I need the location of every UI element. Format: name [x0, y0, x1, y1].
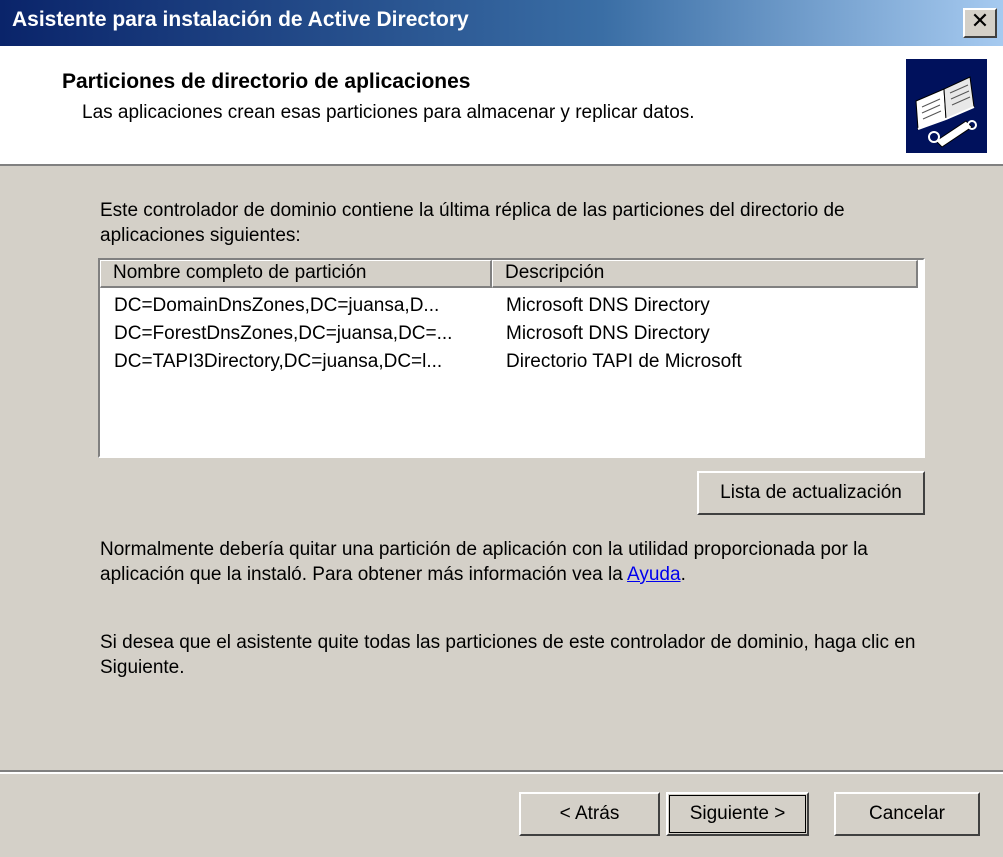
- back-button[interactable]: < Atrás: [519, 792, 660, 836]
- partition-name: DC=ForestDnsZones,DC=juansa,DC=...: [114, 323, 453, 344]
- page-subtitle: Las aplicaciones crean esas particiones …: [82, 102, 695, 123]
- directory-book-icon: [906, 59, 987, 153]
- next-instruction: Si desea que el asistente quite todas la…: [100, 632, 916, 678]
- list-item[interactable]: DC=TAPI3Directory,DC=juansa,DC=l... Dire…: [100, 348, 923, 376]
- page-title: Particiones de directorio de aplicacione…: [62, 70, 471, 93]
- removal-note: Normalmente debería quitar una partición…: [100, 537, 930, 587]
- refresh-list-button[interactable]: Lista de actualización: [697, 471, 925, 515]
- partition-name: DC=TAPI3Directory,DC=juansa,DC=l...: [114, 351, 443, 372]
- list-item[interactable]: DC=ForestDnsZones,DC=juansa,DC=... Micro…: [100, 320, 923, 348]
- intro-text: Este controlador de dominio contiene la …: [100, 200, 845, 246]
- footer-separator: [0, 770, 1003, 774]
- close-icon: ✕: [970, 9, 990, 34]
- close-button[interactable]: ✕: [963, 8, 997, 38]
- partition-description: Microsoft DNS Directory: [506, 295, 710, 316]
- partition-description: Microsoft DNS Directory: [506, 323, 710, 344]
- list-header: Nombre completo de partición Descripción: [100, 260, 923, 288]
- removal-note-end: .: [680, 564, 686, 585]
- removal-note-text: Normalmente debería quitar una partición…: [100, 539, 868, 585]
- partition-description: Directorio TAPI de Microsoft: [506, 351, 742, 372]
- window-title: Asistente para instalación de Active Dir…: [12, 8, 469, 31]
- wizard-header: Particiones de directorio de aplicacione…: [0, 46, 1003, 166]
- title-bar: Asistente para instalación de Active Dir…: [0, 0, 1003, 46]
- partition-name: DC=DomainDnsZones,DC=juansa,D...: [114, 295, 440, 316]
- help-link[interactable]: Ayuda: [627, 564, 681, 585]
- list-item[interactable]: DC=DomainDnsZones,DC=juansa,D... Microso…: [100, 292, 923, 320]
- next-button[interactable]: Siguiente >: [666, 792, 809, 836]
- partition-list[interactable]: Nombre completo de partición Descripción…: [98, 258, 925, 458]
- column-header-name[interactable]: Nombre completo de partición: [100, 260, 492, 288]
- cancel-button[interactable]: Cancelar: [834, 792, 980, 836]
- column-header-description[interactable]: Descripción: [492, 260, 918, 288]
